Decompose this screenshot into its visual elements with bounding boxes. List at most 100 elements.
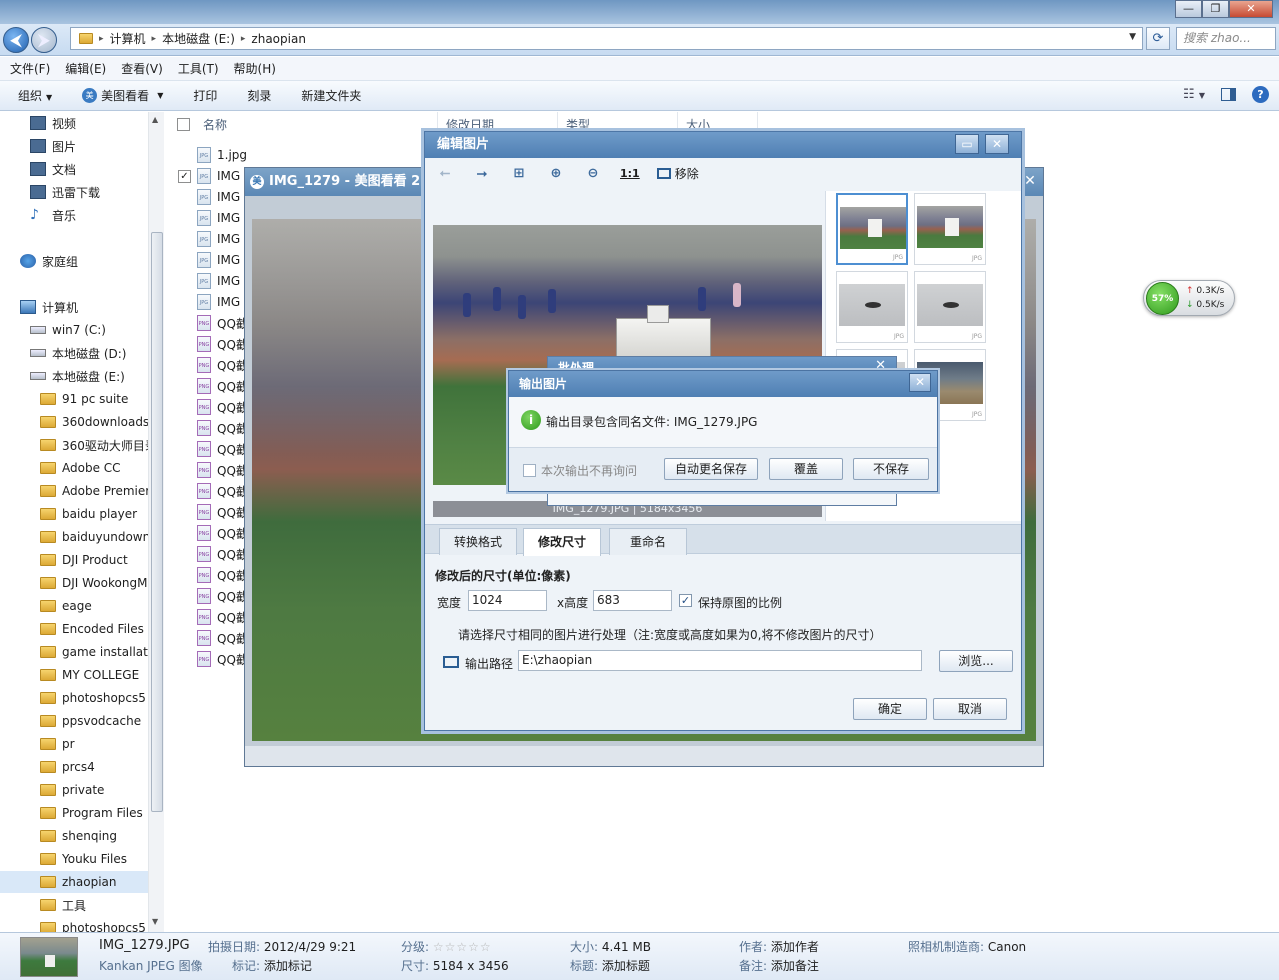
scroll-up-icon[interactable]: ▲ [152, 115, 158, 124]
detail-tag-value[interactable]: 添加标记 [264, 959, 312, 973]
breadcrumb-zhaopian[interactable]: zhaopian [251, 32, 306, 46]
nav-item[interactable]: photoshopcs5 [0, 687, 148, 709]
chevron-down-icon[interactable]: ▼ [1129, 32, 1136, 42]
nav-item[interactable]: 本地磁盘 (E:) [0, 365, 148, 387]
file-row[interactable]: JPG 1.jpg [178, 145, 423, 165]
nav-item[interactable]: Program Files [0, 802, 148, 824]
no-ask-option[interactable]: 本次输出不再询问 [523, 462, 637, 479]
tab-rename[interactable]: 重命名 [609, 528, 687, 555]
file-checkbox[interactable] [178, 233, 191, 246]
file-checkbox[interactable] [178, 422, 191, 435]
ok-button[interactable]: 确定 [853, 698, 927, 720]
file-checkbox[interactable] [178, 527, 191, 540]
close-icon[interactable]: ✕ [909, 373, 931, 392]
tab-convert-format[interactable]: 转换格式 [439, 528, 517, 555]
cancel-button[interactable]: 取消 [933, 698, 1007, 720]
nav-item[interactable]: baiduyundownload [0, 526, 148, 548]
height-input[interactable]: 683 [593, 590, 672, 611]
file-checkbox[interactable] [178, 611, 191, 624]
menu-view[interactable]: 查看(V) [121, 60, 163, 77]
file-checkbox[interactable] [178, 401, 191, 414]
nav-item[interactable]: 视频 [0, 112, 148, 134]
print-button[interactable]: 打印 [193, 87, 217, 104]
scroll-down-icon[interactable]: ▼ [152, 917, 158, 926]
file-checkbox[interactable] [178, 338, 191, 351]
nav-item[interactable]: 本地磁盘 (D:) [0, 342, 148, 364]
arrow-left-icon[interactable]: ⭠ [435, 166, 455, 181]
address-box[interactable]: ▸ 计算机 ▸ 本地磁盘 (E:) ▸ zhaopian ▼ [70, 27, 1143, 50]
thumbnail[interactable]: JPG [836, 193, 908, 265]
detail-title-value[interactable]: 添加标题 [602, 959, 650, 973]
menu-tools[interactable]: 工具(T) [178, 60, 219, 77]
nav-item[interactable]: Youku Files [0, 848, 148, 870]
file-checkbox[interactable] [178, 569, 191, 582]
nav-item[interactable]: ppsvodcache [0, 710, 148, 732]
remove-button[interactable]: 移除 [656, 165, 699, 182]
column-name[interactable]: 名称 [195, 112, 438, 138]
new-folder-button[interactable]: 新建文件夹 [301, 87, 361, 104]
file-checkbox[interactable] [178, 548, 191, 561]
arrow-right-icon[interactable]: ⭢ [472, 166, 492, 181]
nav-item[interactable]: 迅雷下载 [0, 181, 148, 203]
dont-save-button[interactable]: 不保存 [853, 458, 929, 480]
breadcrumb-drive-e[interactable]: 本地磁盘 (E:) [162, 30, 235, 47]
burn-button[interactable]: 刻录 [247, 87, 271, 104]
file-checkbox[interactable] [178, 380, 191, 393]
nav-item[interactable]: 计算机 [0, 296, 148, 318]
nav-item[interactable]: 家庭组 [0, 250, 148, 272]
file-checkbox[interactable]: ✓ [178, 169, 191, 183]
browse-button[interactable]: 浏览... [939, 650, 1013, 672]
file-checkbox[interactable] [178, 254, 191, 267]
search-input[interactable]: 搜索 zhao... [1176, 27, 1276, 50]
nav-scrollbar[interactable]: ▲ ▼ [148, 112, 164, 932]
actual-size-button[interactable]: 1:1 [620, 167, 640, 180]
file-checkbox[interactable] [178, 632, 191, 645]
nav-item[interactable]: 91 pc suite [0, 388, 148, 410]
back-button[interactable]: ⮜ [3, 27, 29, 53]
nav-item[interactable]: win7 (C:) [0, 319, 148, 341]
auto-rename-button[interactable]: 自动更名保存 [664, 458, 758, 480]
nav-item[interactable]: pr [0, 733, 148, 755]
nav-item[interactable]: photoshopcs5 [0, 917, 148, 932]
file-checkbox[interactable] [178, 296, 191, 309]
nav-item[interactable]: Encoded Files [0, 618, 148, 640]
maximize-icon[interactable]: ▭ [955, 134, 979, 154]
nav-item[interactable]: eage [0, 595, 148, 617]
file-checkbox[interactable] [178, 443, 191, 456]
file-checkbox[interactable] [178, 359, 191, 372]
breadcrumb-computer[interactable]: 计算机 [110, 30, 146, 47]
menu-file[interactable]: 文件(F) [10, 60, 50, 77]
forward-button[interactable]: ⮞ [31, 27, 57, 53]
nav-item[interactable]: DJI Product [0, 549, 148, 571]
nav-item[interactable]: Adobe Premiere [0, 480, 148, 502]
no-ask-checkbox[interactable] [523, 464, 536, 477]
nav-item[interactable]: prcs4 [0, 756, 148, 778]
zoom-out-icon[interactable]: ⊖ [583, 166, 603, 181]
thumbnail[interactable]: JPG [914, 193, 986, 265]
thumbnail[interactable]: JPG [914, 271, 986, 343]
file-checkbox[interactable] [178, 506, 191, 519]
network-speed-widget[interactable]: 57% ↑ 0.3K/s ↓ 0.5K/s [1143, 280, 1235, 316]
help-icon[interactable]: ? [1252, 86, 1269, 103]
organize-button[interactable]: 组织 ▼ [18, 87, 52, 104]
nav-item[interactable]: zhaopian [0, 871, 148, 893]
file-checkbox[interactable] [178, 590, 191, 603]
close-button[interactable]: ✕ [1229, 0, 1273, 18]
add-icon[interactable]: ⊞ [509, 166, 529, 181]
keep-ratio-checkbox[interactable]: ✓ [679, 594, 692, 607]
minimize-button[interactable]: — [1175, 0, 1202, 18]
file-checkbox[interactable] [178, 275, 191, 288]
tab-resize[interactable]: 修改尺寸 [523, 528, 601, 556]
file-checkbox[interactable] [178, 212, 191, 225]
file-checkbox[interactable] [178, 191, 191, 204]
detail-comment-value[interactable]: 添加备注 [771, 959, 819, 973]
thumbnail[interactable]: JPG [836, 271, 908, 343]
view-options-icon[interactable]: ☷ ▼ [1183, 87, 1205, 102]
nav-item[interactable]: 360驱动大师目录 [0, 434, 148, 456]
scroll-thumb[interactable] [151, 232, 163, 812]
meitu-open-button[interactable]: 美 美图看看 ▼ [82, 87, 163, 104]
refresh-button[interactable]: ⟳ [1146, 27, 1170, 50]
select-all-checkbox[interactable] [177, 118, 190, 131]
kankan-close-icon[interactable]: ✕ [1020, 171, 1040, 191]
file-checkbox[interactable] [178, 464, 191, 477]
